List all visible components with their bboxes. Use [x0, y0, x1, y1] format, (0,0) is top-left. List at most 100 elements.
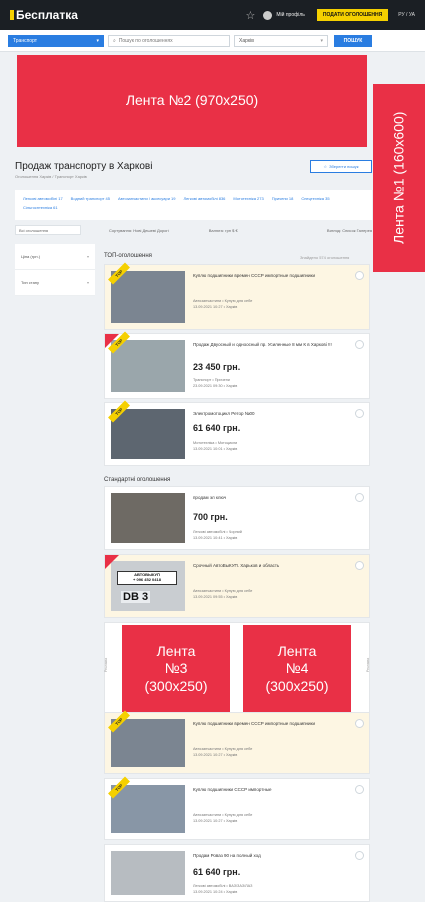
- search-button-label: ПОШУК: [343, 37, 363, 44]
- favorite-icon[interactable]: [355, 271, 364, 280]
- listing-meta: Легкові автомобілі • Чорний 13.09.2021 1…: [193, 529, 242, 541]
- listing-date: 13.09.2021 09:55 • Харків: [193, 595, 238, 600]
- filter-price[interactable]: Ціна (грн.) ▾: [15, 244, 95, 270]
- listing-card[interactable]: TOP Куплю подшипники времен СССР импортн…: [104, 710, 370, 774]
- favorite-icon[interactable]: [355, 493, 364, 502]
- save-search-button[interactable]: ☆ Зберегти пошук: [310, 160, 372, 173]
- chevron-down-icon: ▾: [86, 280, 89, 285]
- results-count: Знайдено 574 оголошення: [300, 255, 350, 260]
- ad-label-right: Реклама: [365, 657, 370, 673]
- listing-meta: Автозапчастини • Купую для себе 13.09.20…: [193, 812, 252, 824]
- language-switch[interactable]: РУ / УА: [398, 12, 415, 18]
- listing-type-select[interactable]: Всі оголошення: [15, 225, 81, 235]
- listing-card[interactable]: TOP Продаж Двуосный и одноосный пр. Усил…: [104, 331, 370, 399]
- subcategory-link[interactable]: Причепи 18: [272, 196, 294, 201]
- city-select[interactable]: Харків ▾: [234, 34, 328, 47]
- ad-banner-2[interactable]: Лента №2 (970x250): [17, 55, 367, 147]
- search-input[interactable]: ⌕ Пошук по оголошеннях: [108, 34, 230, 47]
- favorite-icon[interactable]: [355, 719, 364, 728]
- plate-line-2: + 096 452 0418: [133, 576, 161, 582]
- favorite-icon[interactable]: [355, 785, 364, 794]
- ad-label-left: Реклама: [104, 657, 109, 673]
- subcategory-link[interactable]: Спецтехніка 35: [301, 196, 329, 201]
- listing-card[interactable]: продам эл ключ 700 грн. Легкові автомобі…: [104, 486, 370, 550]
- listing-price: 61 640 грн.: [193, 867, 241, 877]
- listing-price: 700 грн.: [193, 512, 228, 522]
- category-select[interactable]: Транспорт ▾: [8, 34, 104, 47]
- standard-listings-title: Стандартні оголошення: [104, 477, 171, 483]
- listing-card[interactable]: TOP Куплю подшипники СССР импортные Авто…: [104, 776, 370, 840]
- breadcrumb[interactable]: Оголошення Харків / Транспорт Харків: [15, 174, 87, 179]
- ad-banner-4[interactable]: Лента №4 (300x250): [243, 625, 351, 713]
- listing-card[interactable]: TOP Куплю подшипники времен СССР импортн…: [104, 262, 370, 330]
- listing-title[interactable]: Электромотоцикл Ретор №00: [193, 411, 353, 417]
- filter-sidebar: Ціна (грн.) ▾ Тип стану ▾: [15, 244, 95, 296]
- ad-banner-4-label: Лента №4 (300x250): [265, 642, 329, 694]
- city-select-value: Харків: [239, 37, 254, 44]
- sort-options[interactable]: Сортування: Нові Дешеві Дорогі: [109, 228, 169, 233]
- listing-price: 23 450 грн.: [193, 362, 241, 372]
- listing-card[interactable]: TOP Электромотоцикл Ретор №00 61 640 грн…: [104, 400, 370, 466]
- listing-title[interactable]: продам эл ключ: [193, 495, 353, 501]
- favorite-icon[interactable]: [355, 851, 364, 860]
- currency-options[interactable]: Валюта: грн $ €: [209, 228, 238, 233]
- filter-row: Всі оголошення Сортування: Нові Дешеві Д…: [15, 224, 372, 236]
- subcategory-link[interactable]: Легкові автомобілі 836: [184, 196, 226, 201]
- chevron-down-icon: ▾: [320, 37, 323, 44]
- listing-title[interactable]: Продаж Двуосный и одноосный пр. Усиленны…: [193, 342, 353, 348]
- post-ad-button[interactable]: ПОДАТИ ОГОЛОШЕННЯ: [316, 9, 389, 21]
- listing-date: 23.09.2021 09:30 • Харків: [193, 384, 238, 389]
- listing-type-value: Всі оголошення: [19, 227, 49, 233]
- chevron-down-icon: ▾: [96, 37, 99, 44]
- subcategory-link[interactable]: Легкові автомобілі 17: [23, 196, 63, 201]
- listing-meta: Автозапчастини • Купую для себе 13.09.20…: [193, 588, 252, 600]
- ad-banner-3[interactable]: Лента №3 (300x250): [122, 625, 230, 713]
- listing-title[interactable]: Куплю подшипники СССР импортные: [193, 787, 353, 793]
- listing-price: 61 640 грн.: [193, 423, 241, 433]
- listing-date: 13.09.2021 10:41 • Харків: [193, 536, 238, 541]
- listing-card[interactable]: Продам Роваз 90 на полный ход 61 640 грн…: [104, 844, 370, 902]
- listing-date: 13.09.2021 10:01 • Харків: [193, 447, 238, 452]
- listing-date: 13.09.2021 10:27 • Харків: [193, 305, 238, 310]
- profile-menu[interactable]: Мій профіль: [263, 10, 305, 20]
- listing-title[interactable]: Продам Роваз 90 на полный ход: [193, 853, 353, 859]
- listing-meta: Транспорт • Причепи 23.09.2021 09:30 • Х…: [193, 377, 237, 389]
- subcategory-link[interactable]: Водний транспорт 45: [71, 196, 110, 201]
- star-icon: ☆: [323, 164, 328, 169]
- category-select-label: Транспорт: [13, 37, 38, 44]
- search-bar: Транспорт ▾ ⌕ Пошук по оголошеннях Харкі…: [0, 30, 425, 52]
- page-title: Продаж транспорту в Харкові: [15, 161, 153, 172]
- listing-title[interactable]: Куплю подшипники времен СССР импортные п…: [193, 721, 353, 727]
- search-placeholder: Пошук по оголошеннях: [118, 37, 173, 44]
- listing-date: 13.09.2021 10:27 • Харків: [193, 753, 238, 758]
- subcategory-link[interactable]: Сільгосптехніка 61: [23, 205, 58, 210]
- subcategory-link[interactable]: Мототехніка 273: [233, 196, 263, 201]
- listing-photo: [111, 409, 185, 459]
- save-search-label: Зберегти пошук: [329, 164, 359, 169]
- listing-title[interactable]: Куплю подшипники времен СССР импортные п…: [193, 273, 353, 279]
- top-corner-badge: [105, 555, 119, 569]
- listing-title[interactable]: Срочный АвтоВыКУП. Харьков и область: [193, 563, 353, 569]
- favorite-icon[interactable]: [355, 561, 364, 570]
- plate-number: DB 3: [121, 591, 151, 603]
- listing-photo: АВТОВЫКУП + 096 452 0418 DB 3: [111, 561, 185, 611]
- listing-photo: [111, 340, 185, 392]
- logo[interactable]: Бесплатка: [10, 8, 78, 22]
- subcategory-list: Легкові автомобілі 17 Водний транспорт 4…: [15, 190, 372, 220]
- listing-photo: [111, 851, 185, 895]
- subcategory-link[interactable]: Автозапчастини / аксесуари 19: [118, 196, 176, 201]
- view-options[interactable]: Вигляд: Список Галерея: [327, 228, 372, 233]
- favorites-star-icon[interactable]: ☆: [246, 9, 256, 22]
- favorite-icon[interactable]: [355, 409, 364, 418]
- search-button[interactable]: ПОШУК: [334, 34, 372, 47]
- top-listings-title: ТОП-оголошення: [104, 253, 152, 259]
- filter-condition[interactable]: Тип стану ▾: [15, 270, 95, 296]
- listing-photo: [111, 271, 185, 323]
- listing-meta: Автозапчастини • Купую для себе 13.09.20…: [193, 746, 252, 758]
- license-plate-image: АВТОВЫКУП + 096 452 0418: [117, 571, 177, 585]
- ad-banner-1[interactable]: Лента №1 (160x600): [373, 84, 425, 272]
- filter-condition-label: Тип стану: [21, 280, 39, 285]
- favorite-icon[interactable]: [355, 340, 364, 349]
- listing-card[interactable]: АВТОВЫКУП + 096 452 0418 DB 3 Срочный Ав…: [104, 554, 370, 618]
- filter-price-label: Ціна (грн.): [21, 254, 41, 259]
